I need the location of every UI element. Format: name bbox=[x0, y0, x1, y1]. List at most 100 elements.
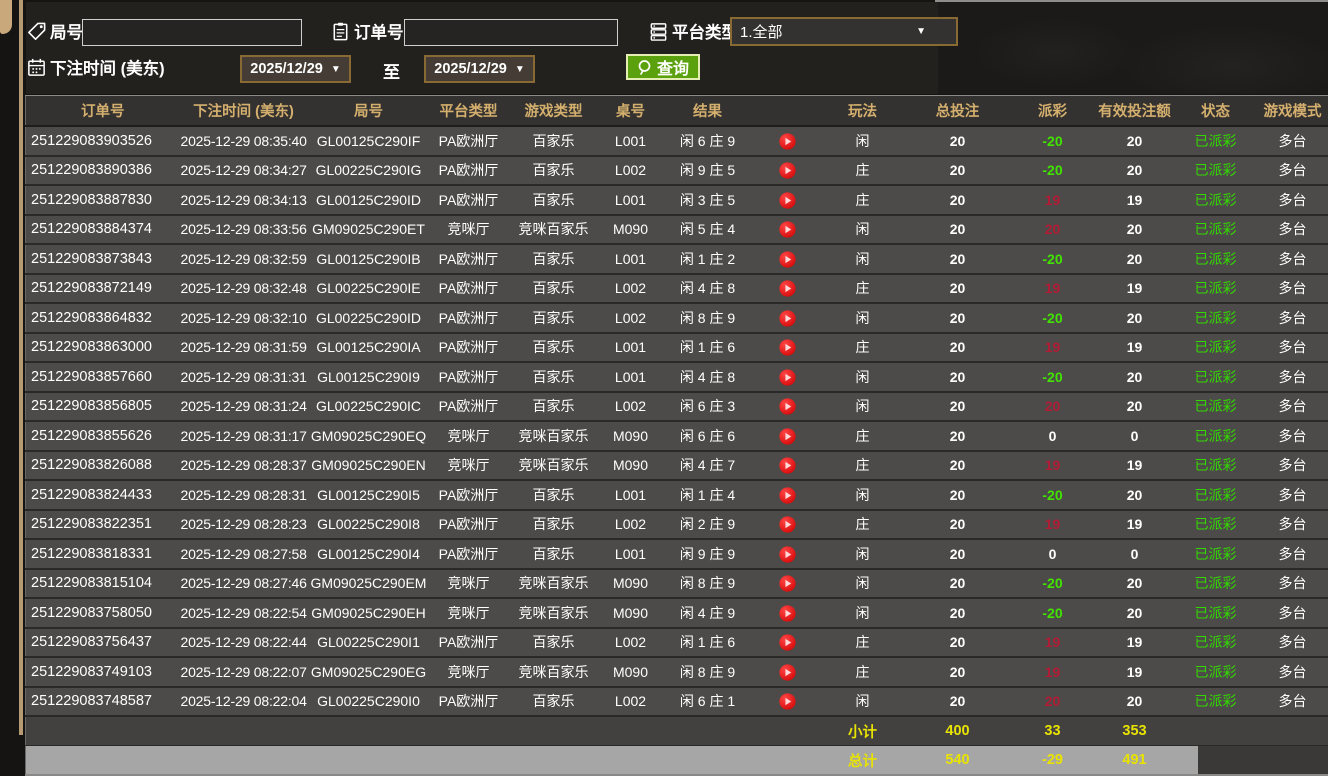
cell-payout: -20 bbox=[1012, 303, 1094, 333]
cell-platform: PA欧洲厅 bbox=[430, 274, 508, 304]
cell-order: 251229083872149 bbox=[26, 274, 180, 304]
cell-game: 百家乐 bbox=[508, 539, 600, 569]
cell-payout: 19 bbox=[1012, 451, 1094, 481]
video-play-icon[interactable] bbox=[779, 693, 796, 710]
video-play-icon[interactable] bbox=[779, 221, 796, 238]
cell-video[interactable] bbox=[754, 362, 822, 392]
cell-video[interactable] bbox=[754, 333, 822, 363]
cell-video[interactable] bbox=[754, 185, 822, 215]
cell-payout: 20 bbox=[1012, 687, 1094, 717]
date-from-select[interactable]: 2025/12/29 ▼ bbox=[240, 55, 351, 83]
cell-round: GL00125C290I5 bbox=[308, 480, 430, 510]
tag-icon bbox=[26, 21, 47, 42]
cell-video[interactable] bbox=[754, 421, 822, 451]
cell-payout: -20 bbox=[1012, 156, 1094, 186]
cell-round: GM09025C290EM bbox=[308, 569, 430, 599]
cell-video[interactable] bbox=[754, 156, 822, 186]
cell-result: 闲 6 庄 1 bbox=[662, 687, 754, 717]
cell-status: 已派彩 bbox=[1176, 687, 1256, 717]
cell-video[interactable] bbox=[754, 126, 822, 156]
table-row: 2512290838151042025-12-29 08:27:46GM0902… bbox=[26, 569, 1328, 599]
cell-total_bet: 20 bbox=[904, 274, 1012, 304]
cell-valid_bet: 20 bbox=[1094, 392, 1176, 422]
cell-video[interactable] bbox=[754, 687, 822, 717]
cell-mode: 多台 bbox=[1256, 185, 1328, 215]
clipboard-icon bbox=[330, 21, 351, 42]
video-play-icon[interactable] bbox=[779, 398, 796, 415]
cell-video[interactable] bbox=[754, 480, 822, 510]
cell-play: 闲 bbox=[822, 303, 904, 333]
query-button-label: 查询 bbox=[657, 55, 689, 79]
cell-game: 百家乐 bbox=[508, 362, 600, 392]
video-play-icon[interactable] bbox=[779, 162, 796, 179]
cell-status: 已派彩 bbox=[1176, 421, 1256, 451]
cell-video[interactable] bbox=[754, 628, 822, 658]
cell-mode: 多台 bbox=[1256, 687, 1328, 717]
video-play-icon[interactable] bbox=[779, 133, 796, 150]
cell-table_no: L002 bbox=[600, 687, 662, 717]
order-input[interactable] bbox=[404, 19, 618, 46]
cell-result: 闲 1 庄 2 bbox=[662, 244, 754, 274]
video-play-icon[interactable] bbox=[779, 339, 796, 356]
cell-game: 百家乐 bbox=[508, 628, 600, 658]
cell-status: 已派彩 bbox=[1176, 539, 1256, 569]
cell-status: 已派彩 bbox=[1176, 274, 1256, 304]
cell-result: 闲 1 庄 4 bbox=[662, 480, 754, 510]
cell-order: 251229083863000 bbox=[26, 333, 180, 363]
table-row: 2512290839035262025-12-29 08:35:40GL0012… bbox=[26, 126, 1328, 156]
video-play-icon[interactable] bbox=[779, 664, 796, 681]
cell-table_no: M090 bbox=[600, 451, 662, 481]
cell-valid_bet: 20 bbox=[1094, 215, 1176, 245]
cell-order: 251229083855626 bbox=[26, 421, 180, 451]
cell-round: GM09025C290EQ bbox=[308, 421, 430, 451]
col-header-table_no: 桌号 bbox=[600, 96, 662, 127]
cell-result: 闲 2 庄 9 bbox=[662, 510, 754, 540]
video-play-icon[interactable] bbox=[779, 369, 796, 386]
video-play-icon[interactable] bbox=[779, 457, 796, 474]
cell-game: 百家乐 bbox=[508, 126, 600, 156]
video-play-icon[interactable] bbox=[779, 310, 796, 327]
date-to-value: 2025/12/29 bbox=[434, 61, 507, 77]
cell-mode: 多台 bbox=[1256, 215, 1328, 245]
corner-accent bbox=[0, 0, 12, 34]
round-input[interactable] bbox=[82, 19, 302, 46]
video-play-icon[interactable] bbox=[779, 516, 796, 533]
cell-video[interactable] bbox=[754, 244, 822, 274]
bet-time-label: 下注时间 (美东) bbox=[50, 55, 165, 79]
video-play-icon[interactable] bbox=[779, 428, 796, 445]
cell-table_no: M090 bbox=[600, 569, 662, 599]
cell-video[interactable] bbox=[754, 215, 822, 245]
cell-video[interactable] bbox=[754, 569, 822, 599]
cell-payout: -20 bbox=[1012, 598, 1094, 628]
total-spacer bbox=[26, 746, 822, 776]
cell-play: 庄 bbox=[822, 421, 904, 451]
cell-video[interactable] bbox=[754, 274, 822, 304]
cell-game: 百家乐 bbox=[508, 480, 600, 510]
cell-video[interactable] bbox=[754, 539, 822, 569]
cell-status: 已派彩 bbox=[1176, 480, 1256, 510]
video-play-icon[interactable] bbox=[779, 192, 796, 209]
video-play-icon[interactable] bbox=[779, 605, 796, 622]
cell-valid_bet: 20 bbox=[1094, 480, 1176, 510]
video-play-icon[interactable] bbox=[779, 280, 796, 297]
video-play-icon[interactable] bbox=[779, 251, 796, 268]
video-play-icon[interactable] bbox=[779, 487, 796, 504]
cell-video[interactable] bbox=[754, 657, 822, 687]
date-to-select[interactable]: 2025/12/29 ▼ bbox=[424, 55, 535, 83]
cell-order: 251229083856805 bbox=[26, 392, 180, 422]
cell-video[interactable] bbox=[754, 303, 822, 333]
table-row: 2512290837580502025-12-29 08:22:54GM0902… bbox=[26, 598, 1328, 628]
video-play-icon[interactable] bbox=[779, 634, 796, 651]
platform-select[interactable]: 1.全部 ▼ bbox=[730, 17, 958, 46]
cell-video[interactable] bbox=[754, 510, 822, 540]
video-play-icon[interactable] bbox=[779, 575, 796, 592]
subtotal-label: 小计 bbox=[822, 716, 904, 746]
cell-video[interactable] bbox=[754, 392, 822, 422]
cell-valid_bet: 19 bbox=[1094, 628, 1176, 658]
cell-video[interactable] bbox=[754, 598, 822, 628]
query-button[interactable]: 查询 bbox=[626, 54, 700, 80]
cell-mode: 多台 bbox=[1256, 657, 1328, 687]
cell-video[interactable] bbox=[754, 451, 822, 481]
cell-order: 251229083822351 bbox=[26, 510, 180, 540]
video-play-icon[interactable] bbox=[779, 546, 796, 563]
